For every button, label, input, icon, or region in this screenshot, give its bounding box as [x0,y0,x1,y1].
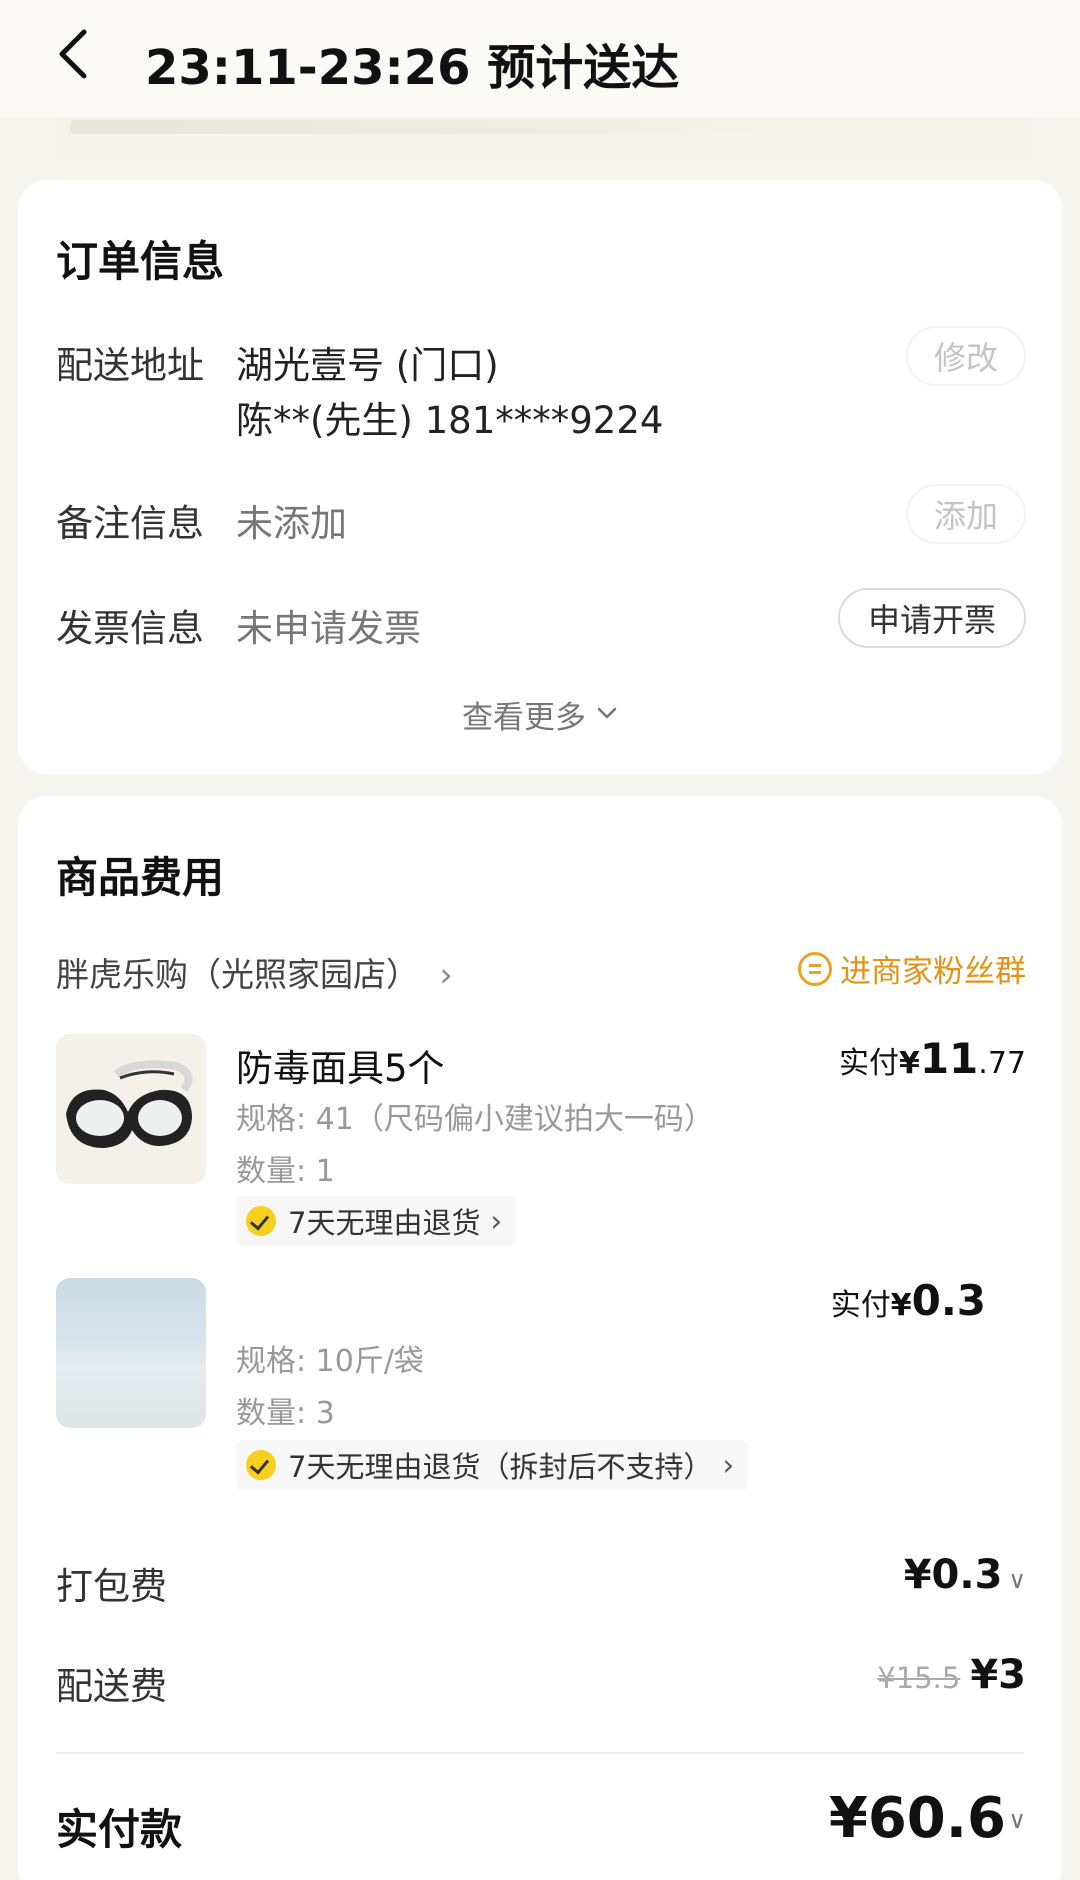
invoice-value: 未申请发票 [236,607,421,650]
goods-fee-title: 商品费用 [56,853,225,902]
see-more-button[interactable]: 查看更多 [18,692,1062,737]
order-info-title: 订单信息 [56,237,225,286]
order-detail-page: 23:11-23:26 预计送达 订单信息 配送地址 湖光壹号 (门口) 陈**… [0,0,1080,1880]
goods-fee-card: 商品费用 胖虎乐购（光照家园店） › 进商家粉丝群 防毒面具5个 规格: 41（… [18,796,1062,1880]
chevron-down-icon: ∨ [1008,1566,1026,1594]
divider [56,1752,1024,1754]
chevron-right-icon: › [722,1448,735,1482]
product-spec: 规格: 10斤/袋 [236,1344,424,1379]
product-qty: 数量: 1 [236,1154,335,1189]
product-paid-price: 实付¥0.3 [831,1276,986,1325]
status-strip [50,118,1034,166]
chat-group-icon [798,951,832,986]
paid-prefix: 实付 [830,1288,891,1323]
see-more-label: 查看更多 [462,700,586,736]
packing-fee-label: 打包费 [56,1565,167,1608]
return-policy-label: 7天无理由退货（拆封后不支持） [288,1450,713,1484]
delivery-fee-amount: ¥3 [970,1652,1026,1698]
fans-group-label: 进商家粉丝群 [840,954,1026,990]
back-arrow-icon[interactable] [50,26,100,82]
chevron-down-icon[interactable]: ∨ [1008,1806,1026,1834]
order-info-card: 订单信息 配送地址 湖光壹号 (门口) 陈**(先生) 181****9224 … [18,180,1062,774]
product-qty: 数量: 3 [236,1396,335,1431]
recipient-line: 陈**(先生) 181****9224 [236,399,664,442]
address-line: 湖光壹号 (门口) [236,344,499,387]
product-name: 防毒面具5个 [236,1047,445,1090]
return-policy-label: 7天无理由退货 [288,1206,481,1240]
check-icon [246,1206,276,1236]
check-icon [246,1450,276,1480]
top-bar: 23:11-23:26 预计送达 [0,0,1080,118]
currency-symbol: ¥ [890,1288,912,1323]
delivery-eta-title: 23:11-23:26 预计送达 [145,40,680,96]
chevron-right-icon: › [439,955,453,994]
shop-name: 胖虎乐购（光照家园店） [56,955,419,994]
paid-integer: 11 [919,1034,979,1083]
goggles-image [56,1034,206,1184]
delivery-fee-value: ¥15.5 ¥3 [877,1652,1026,1698]
fans-group-link[interactable]: 进商家粉丝群 [798,946,1026,991]
total-paid-label: 实付款 [56,1805,183,1854]
chevron-right-icon: › [490,1204,503,1238]
paid-decimal: .77 [978,1046,1026,1081]
packing-fee-amount: ¥0.3 [903,1552,1003,1598]
product-image-goggles[interactable] [56,1034,206,1184]
currency-symbol: ¥ [898,1046,920,1081]
note-value: 未添加 [236,502,347,545]
delivery-fee-label: 配送费 [56,1665,167,1708]
edit-address-button[interactable]: 修改 [906,326,1026,386]
delivery-fee-original: ¥15.5 [877,1661,961,1695]
add-note-button[interactable]: 添加 [906,484,1026,544]
shop-name-link[interactable]: 胖虎乐购（光照家园店） › [56,948,453,996]
paid-integer: 0.3 [911,1276,986,1325]
invoice-label: 发票信息 [56,607,204,650]
apply-invoice-button[interactable]: 申请开票 [838,588,1026,648]
packing-fee-value[interactable]: ¥0.3 ∨ [904,1552,1026,1598]
product-image-bag[interactable] [56,1278,206,1428]
return-policy-badge[interactable]: 7天无理由退货 › [236,1196,517,1246]
return-policy-badge[interactable]: 7天无理由退货（拆封后不支持） › [236,1440,749,1490]
note-label: 备注信息 [56,502,204,545]
product-paid-price: 实付¥11.77 [839,1034,1026,1083]
chevron-down-icon [597,707,617,719]
product-spec: 规格: 41（尺码偏小建议拍大一码） [236,1102,714,1137]
paid-prefix: 实付 [838,1046,899,1081]
address-label: 配送地址 [56,344,204,387]
total-paid-value: ¥60.6 [828,1786,1006,1851]
